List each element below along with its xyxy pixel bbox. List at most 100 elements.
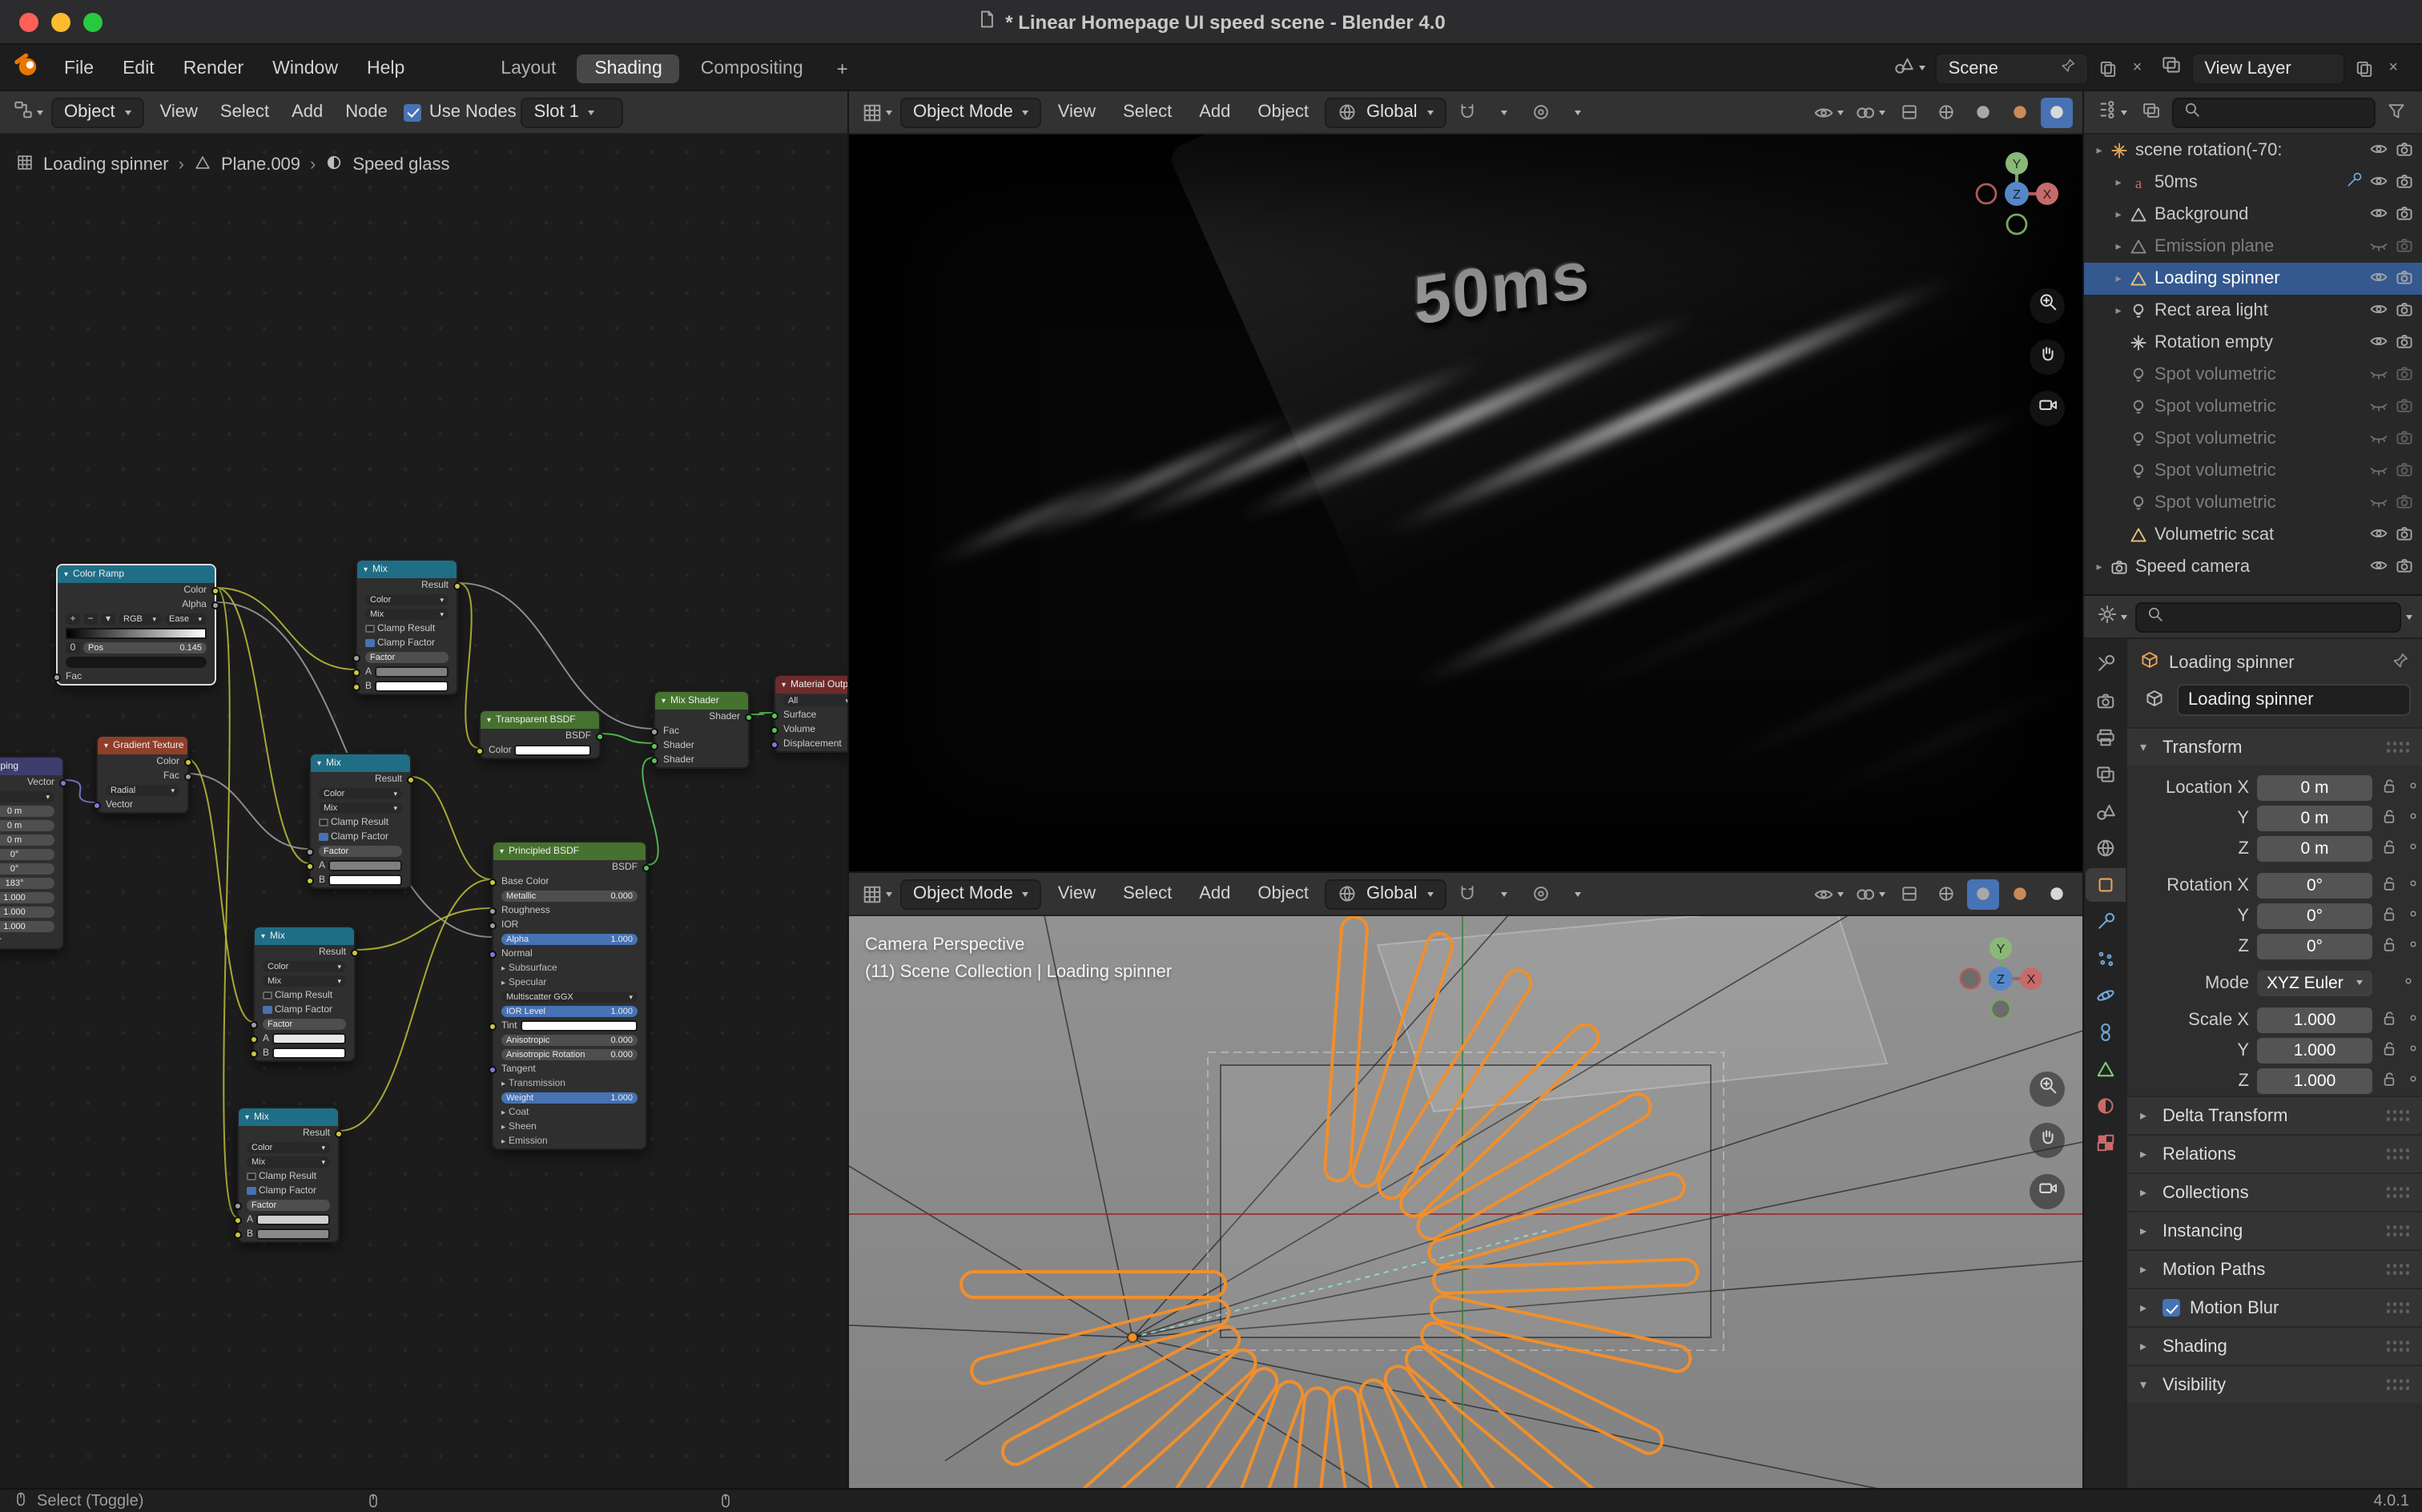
node-socket[interactable] [489,1065,497,1073]
editor-type-button[interactable] [2094,601,2130,632]
node-row[interactable]: Shader [655,710,748,724]
node-socket[interactable] [211,601,219,609]
node-row[interactable]: Point▾ [0,790,62,804]
shading-material-button[interactable] [2004,879,2036,909]
lock-icon[interactable] [2380,776,2398,798]
node-mix[interactable]: ▾MixResultColor▾Mix▾Clamp ResultClamp Fa… [309,753,412,889]
node-socket[interactable] [93,801,101,809]
node-row[interactable]: A [239,1212,338,1227]
hide-viewport-toggle[interactable] [2369,395,2388,419]
node-row[interactable]: BSDF [481,729,599,743]
node-transparent-bsdf[interactable]: ▾Transparent BSDFBSDFColor [479,710,601,759]
hide-viewport-toggle[interactable] [2369,459,2388,483]
properties-tab-tool[interactable] [2086,647,2126,681]
node-row[interactable]: Normal [493,947,646,961]
node-row[interactable]: Color▾ [311,786,410,801]
node-socket[interactable] [306,876,314,884]
node-row[interactable]: All▾ [775,694,847,708]
workspace-tab-compositing[interactable]: Compositing [683,54,821,82]
node-row[interactable]: 1.000 [0,919,62,934]
zoom-window-button[interactable] [83,13,103,32]
node-socket[interactable] [642,863,650,871]
overlays-button[interactable] [1852,879,1889,909]
node-header[interactable]: ▾Mix [255,927,354,945]
transform-value-field[interactable]: 0° [2257,933,2372,959]
shading-material-button[interactable] [2004,97,2036,127]
display-mode-button[interactable] [2135,97,2167,127]
node-color-ramp[interactable]: ▾Color RampColorAlpha+−▾RGB▾Ease▾0Pos0.1… [56,564,216,686]
workspace-tab-shading[interactable]: Shading [577,54,679,82]
filter-button[interactable] [2380,97,2412,127]
keyframe-dot-icon[interactable] [2406,778,2420,797]
node-row[interactable]: Color [481,743,599,758]
new-view-layer-button[interactable] [2350,55,2379,81]
menu-edit[interactable]: Edit [108,54,169,82]
view-layer-icon[interactable] [2156,50,2187,86]
hide-viewport-toggle[interactable] [2369,427,2388,451]
node-row[interactable]: Clamp Factor [311,830,410,844]
panel-grip-icon[interactable] [2385,1262,2409,1277]
snap-magnet-toggle[interactable] [1451,97,1483,127]
keyframe-dot-icon[interactable] [2406,838,2420,858]
breadcrumb-mesh[interactable]: Plane.009 [221,155,300,175]
node-material-output[interactable]: ▾Material OutputAll▾SurfaceVolumeDisplac… [774,674,847,753]
node-row[interactable]: Radial▾ [98,783,187,798]
menu-window[interactable]: Window [258,54,352,82]
breadcrumb-object[interactable]: Loading spinner [43,155,169,175]
lock-icon[interactable] [2380,806,2398,829]
lock-icon[interactable] [2380,874,2398,896]
panel-grip-icon[interactable] [2385,1339,2409,1353]
outliner-row-spot-volumetric[interactable]: Spot volumetric [2084,391,2422,423]
node-row[interactable]: Color▾ [357,593,457,607]
mode-dropdown[interactable]: Object Mode [900,879,1042,909]
rendered-view-canvas[interactable]: 50ms Y X Z [849,135,2082,873]
viewport-menu-object[interactable]: Object [1246,881,1320,907]
node-socket[interactable] [650,727,658,735]
node-row[interactable]: Result [311,772,410,786]
node-row[interactable]: Anisotropic Rotation0.000 [493,1048,646,1062]
object-name-field[interactable]: Loading spinner [2177,684,2411,716]
node-row[interactable]: ▸Transmission [493,1076,646,1091]
node-mix[interactable]: ▾MixResultColor▾Mix▾Clamp ResultClamp Fa… [253,926,356,1062]
editor-type-button[interactable] [859,97,895,127]
viewport-menu-select[interactable]: Select [1112,99,1183,125]
panel-grip-icon[interactable] [2385,1185,2409,1200]
node-row[interactable]: ▸Coat [493,1105,646,1120]
node-socket[interactable] [489,950,497,958]
node-socket[interactable] [352,668,360,676]
shading-wireframe-button[interactable] [1930,97,1962,127]
snap-magnet-toggle-options[interactable] [1488,879,1520,909]
outliner-row-rotation-empty[interactable]: Rotation empty [2084,327,2422,359]
node-row[interactable]: Clamp Factor [357,636,457,650]
shading-wireframe-button[interactable] [1930,879,1962,909]
panel-grip-icon[interactable] [2385,1301,2409,1315]
node-row[interactable]: BSDF [493,860,646,875]
node-mix[interactable]: ▾MixResultColor▾Mix▾Clamp ResultClamp Fa… [237,1107,340,1243]
properties-tab-physics[interactable] [2086,979,2126,1012]
node-socket[interactable] [476,746,484,754]
node-row[interactable]: 0 m [0,804,62,818]
show-gizmo-button[interactable] [1810,97,1847,127]
node-row[interactable]: Tangent [493,1062,646,1076]
panel-grip-icon[interactable] [2385,1224,2409,1238]
node-row[interactable]: Clamp Factor [239,1184,338,1198]
node-row[interactable]: Weight1.000 [493,1091,646,1105]
node-row[interactable]: Clamp Result [311,815,410,830]
node-row[interactable]: Result [255,945,354,959]
disclosure-arrow-icon[interactable]: ▸ [2110,208,2127,221]
disable-render-toggle[interactable] [2395,235,2414,259]
disable-render-toggle[interactable] [2395,171,2414,195]
node-row[interactable]: 0 m [0,818,62,833]
panel-grip-icon[interactable] [2385,1108,2409,1123]
pin-icon[interactable] [2392,651,2409,674]
slot-dropdown[interactable]: Slot 1 [521,97,624,127]
pin-icon[interactable] [2061,58,2077,78]
node-row[interactable]: Color [58,583,215,597]
node-header[interactable]: ▾Mix Shader [655,692,748,710]
node-row[interactable]: ▸Emission [493,1134,646,1148]
workspace-tab-layout[interactable]: Layout [483,54,573,82]
node-socket[interactable] [250,1035,258,1043]
node-row[interactable]: Color▾ [239,1140,338,1155]
node-socket[interactable] [250,1049,258,1057]
shader-menu-add[interactable]: Add [280,99,334,125]
